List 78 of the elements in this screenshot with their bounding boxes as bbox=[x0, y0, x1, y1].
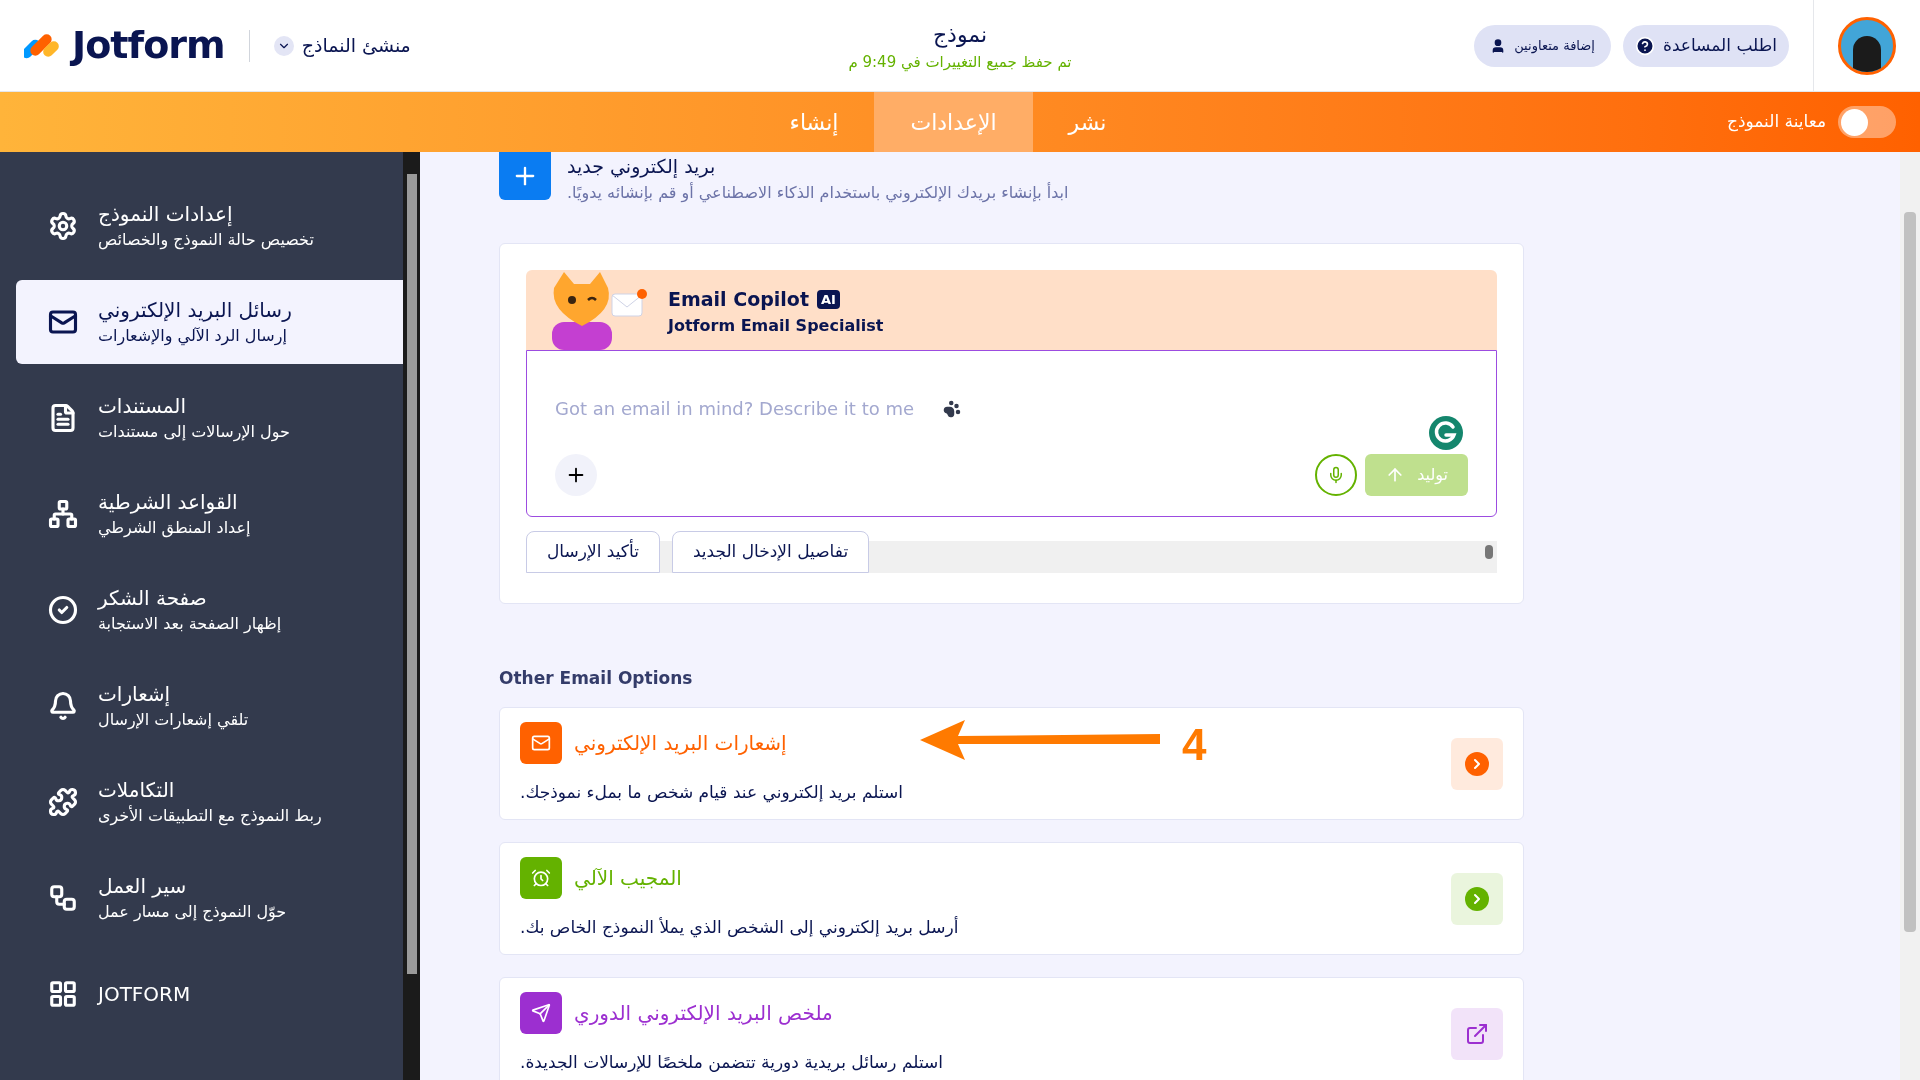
option-description: استلم رسائل بريدية دورية تتضمن ملخصًا للإرسالات الجديدة. bbox=[520, 1050, 943, 1074]
section-heading: Other Email Options bbox=[499, 666, 694, 690]
help-icon bbox=[1634, 35, 1655, 56]
copilot-name: Email Copilot bbox=[668, 287, 809, 312]
scrollbar-thumb[interactable] bbox=[406, 174, 417, 974]
grammar-assistant-icon[interactable] bbox=[1428, 414, 1464, 451]
preview-toggle[interactable] bbox=[1838, 106, 1896, 138]
bell-icon bbox=[48, 691, 78, 721]
save-status: تم حفظ جميع التغييرات في 9:49 م bbox=[848, 51, 1072, 74]
chevron-right-icon bbox=[1465, 751, 1489, 776]
prompt-input[interactable]: Got an email in mind? Describe it to me bbox=[555, 395, 935, 422]
paw-icon bbox=[943, 399, 961, 418]
sidebar-item-subtitle: تلقي إشعارات الإرسال bbox=[98, 709, 249, 732]
attach-button[interactable] bbox=[555, 453, 597, 496]
suggestion-chip[interactable]: تأكيد الإرسال bbox=[526, 530, 660, 573]
avatar[interactable] bbox=[1838, 16, 1896, 75]
sidebar-item-subtitle: حوّل النموذج إلى مسار عمل bbox=[98, 901, 287, 924]
workflow-icon bbox=[48, 883, 78, 913]
sidebar-item-title: سير العمل bbox=[98, 873, 187, 900]
email-option-card[interactable]: المجيب الآلي أرسل بريد إلكتروني إلى الشخص الذي يملأ النموذج الخاص بك. bbox=[499, 842, 1524, 955]
sidebar-item-title: القواعد الشرطية bbox=[98, 489, 238, 516]
suggestion-chip[interactable]: تفاصيل الإدخال الجديد bbox=[671, 530, 870, 573]
copilot-subtitle: Jotform Email Specialist bbox=[668, 314, 884, 337]
check-circle-icon bbox=[48, 595, 78, 625]
open-button[interactable] bbox=[1451, 737, 1503, 790]
sidebar-item[interactable]: سير العمل حوّل النموذج إلى مسار عمل bbox=[16, 856, 403, 940]
sidebar-item-title: إشعارات bbox=[98, 681, 171, 708]
open-button[interactable] bbox=[1451, 872, 1503, 925]
sidebar-item-title: صفحة الشكر bbox=[98, 585, 207, 612]
form-builder-menu[interactable]: منشئ النماذج bbox=[273, 31, 411, 60]
document-icon bbox=[48, 403, 78, 433]
sidebar-item-title: التكاملات bbox=[98, 777, 175, 804]
ai-badge: AI bbox=[817, 289, 840, 309]
sidebar-item[interactable]: المستندات حول الإرسالات إلى مستندات bbox=[16, 376, 403, 460]
sidebar-item[interactable]: إعدادات النموذج تخصيص حالة النموذج والخصائص bbox=[16, 184, 403, 268]
sidebar-item[interactable]: رسائل البريد الإلكتروني إرسال الرد الآلي والإشعارات bbox=[16, 280, 403, 364]
sidebar-item[interactable]: إشعارات تلقي إشعارات الإرسال bbox=[16, 664, 403, 748]
sidebar-item[interactable]: القواعد الشرطية إعداد المنطق الشرطي bbox=[16, 472, 403, 556]
option-title: إشعارات البريد الإلكتروني bbox=[574, 729, 787, 758]
sidebar-item-title: رسائل البريد الإلكتروني bbox=[98, 297, 292, 324]
email-option-card[interactable]: ملخص البريد الإلكتروني الدوري استلم رسائل بريدية دورية تتضمن ملخصًا للإرسالات الجديدة. bbox=[499, 977, 1524, 1080]
sidebar-item[interactable]: صفحة الشكر إظهار الصفحة بعد الاستجابة bbox=[16, 568, 403, 652]
add-collaborators-button[interactable]: إضافة متعاونين bbox=[1474, 24, 1611, 67]
sidebar-item[interactable]: التكاملات ربط النموذج مع التطبيقات الأخرى bbox=[16, 760, 403, 844]
sidebar-item[interactable]: JOTFORM bbox=[16, 952, 403, 1036]
form-title[interactable]: نموذج bbox=[932, 17, 988, 51]
new-email-button[interactable] bbox=[499, 152, 551, 200]
new-email-description: ابدأ بإنشاء بريدك الإلكتروني باستخدام الذكاء الاصطناعي أو قم بإنشائه يدويًا. bbox=[567, 181, 1069, 205]
option-description: استلم بريد إلكتروني عند قيام شخص ما بملء نموذجك. bbox=[520, 780, 903, 805]
hierarchy-icon bbox=[48, 499, 78, 529]
sidebar-item-subtitle: حول الإرسالات إلى مستندات bbox=[98, 421, 290, 444]
help-button[interactable]: اطلب المساعدة bbox=[1622, 24, 1789, 67]
scrollbar-thumb[interactable] bbox=[1485, 544, 1493, 559]
new-email-title: بريد إلكتروني جديد bbox=[567, 154, 716, 180]
envelope-icon bbox=[48, 307, 78, 337]
microphone-button[interactable] bbox=[1315, 453, 1358, 496]
gear-icon bbox=[48, 211, 78, 241]
sidebar-item-subtitle: إرسال الرد الآلي والإشعارات bbox=[98, 325, 287, 348]
option-description: أرسل بريد إلكتروني إلى الشخص الذي يملأ النموذج الخاص بك. bbox=[520, 915, 959, 940]
sidebar-item-title: إعدادات النموذج bbox=[98, 201, 233, 228]
sidebar-item-subtitle: إعداد المنطق الشرطي bbox=[98, 517, 251, 540]
puzzle-icon bbox=[48, 787, 78, 817]
annotation-number: 4 bbox=[1182, 719, 1207, 771]
sidebar-item-subtitle: ربط النموذج مع التطبيقات الأخرى bbox=[98, 804, 322, 828]
sidebar-item-subtitle: إظهار الصفحة بعد الاستجابة bbox=[98, 613, 282, 636]
sidebar-item-subtitle: تخصيص حالة النموذج والخصائص bbox=[98, 229, 314, 252]
open-external-button[interactable] bbox=[1451, 1007, 1503, 1060]
option-title: ملخص البريد الإلكتروني الدوري bbox=[574, 999, 833, 1028]
grid-icon bbox=[48, 979, 78, 1009]
scrollbar-thumb[interactable] bbox=[1904, 212, 1916, 932]
chevron-right-icon bbox=[1465, 886, 1489, 911]
external-link-icon bbox=[1465, 1021, 1489, 1046]
chevron-down-icon bbox=[273, 35, 294, 56]
sidebar-item-title: المستندات bbox=[98, 393, 186, 420]
option-title: المجيب الآلي bbox=[574, 864, 682, 893]
preview-label: معاينة النموذج bbox=[1726, 110, 1826, 134]
sidebar-item-title: JOTFORM bbox=[98, 981, 191, 1008]
logo-wordmark: Jotform bbox=[72, 22, 225, 69]
